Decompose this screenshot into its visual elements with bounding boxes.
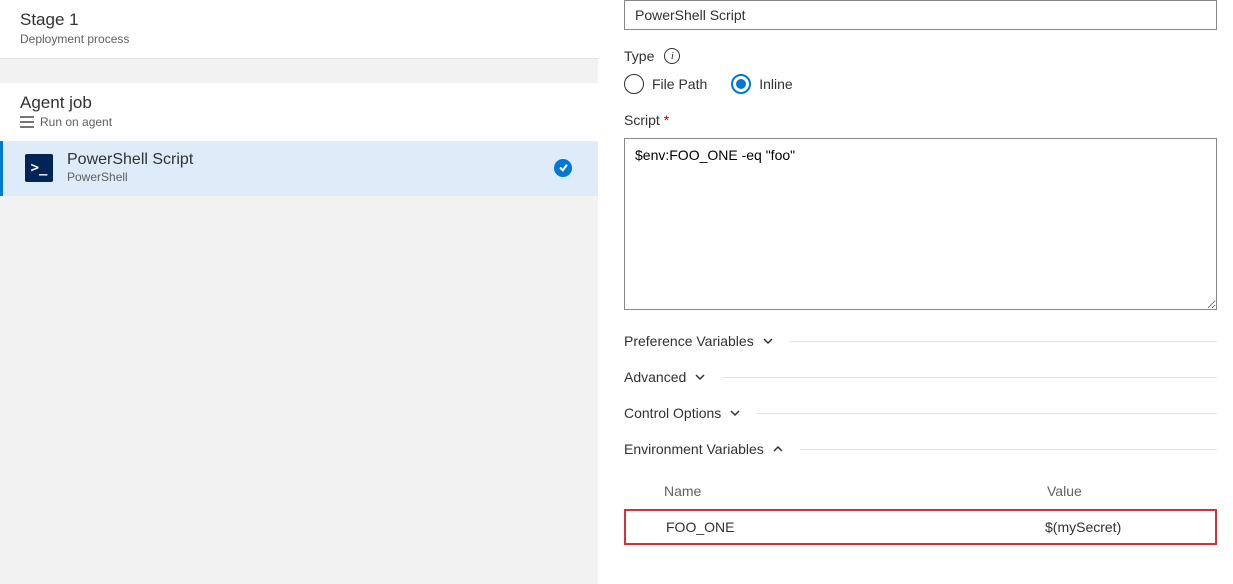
task-selected-check-icon — [554, 159, 572, 177]
chevron-down-icon — [729, 407, 741, 419]
display-name-input[interactable] — [624, 0, 1217, 30]
section-environment-variables[interactable]: Environment Variables — [624, 441, 1217, 457]
task-row-powershell[interactable]: >_ PowerShell Script PowerShell — [0, 141, 598, 196]
agent-job-row[interactable]: Agent job Run on agent — [0, 83, 598, 141]
env-var-name: FOO_ONE — [666, 519, 1045, 535]
chevron-up-icon — [772, 443, 784, 455]
radio-file-path[interactable]: File Path — [624, 74, 707, 94]
task-detail-panel: Type i File Path Inline Script* Preferen… — [598, 0, 1233, 584]
info-icon[interactable]: i — [664, 48, 680, 64]
powershell-icon: >_ — [25, 154, 53, 182]
task-subtitle: PowerShell — [67, 170, 554, 184]
env-vars-table: Name Value FOO_ONE $(mySecret) — [624, 477, 1217, 545]
radio-inline-label: Inline — [759, 76, 792, 92]
task-title: PowerShell Script — [67, 151, 554, 169]
agent-job-subtitle: Run on agent — [40, 115, 112, 129]
section-advanced[interactable]: Advanced — [624, 369, 1217, 385]
chevron-down-icon — [762, 335, 774, 347]
script-textarea[interactable] — [624, 138, 1217, 310]
stage-subtitle: Deployment process — [20, 32, 578, 46]
type-radio-group: File Path Inline — [624, 74, 1217, 94]
section-control-options[interactable]: Control Options — [624, 405, 1217, 421]
pipeline-sidebar: Stage 1 Deployment process Agent job Run… — [0, 0, 598, 584]
radio-file-path-label: File Path — [652, 76, 707, 92]
agent-job-title: Agent job — [20, 93, 112, 113]
section-preference-variables[interactable]: Preference Variables — [624, 333, 1217, 349]
env-header-name: Name — [664, 483, 1047, 499]
env-var-row[interactable]: FOO_ONE $(mySecret) — [624, 509, 1217, 545]
type-label: Type i — [624, 48, 1217, 64]
env-header-value: Value — [1047, 483, 1207, 499]
stage-header[interactable]: Stage 1 Deployment process — [0, 0, 598, 59]
chevron-down-icon — [694, 371, 706, 383]
env-vars-header: Name Value — [624, 477, 1217, 509]
stage-title: Stage 1 — [20, 10, 578, 30]
agent-icon — [20, 116, 34, 128]
script-label: Script* — [624, 112, 1217, 128]
radio-inline[interactable]: Inline — [731, 74, 792, 94]
env-var-value: $(mySecret) — [1045, 519, 1205, 535]
